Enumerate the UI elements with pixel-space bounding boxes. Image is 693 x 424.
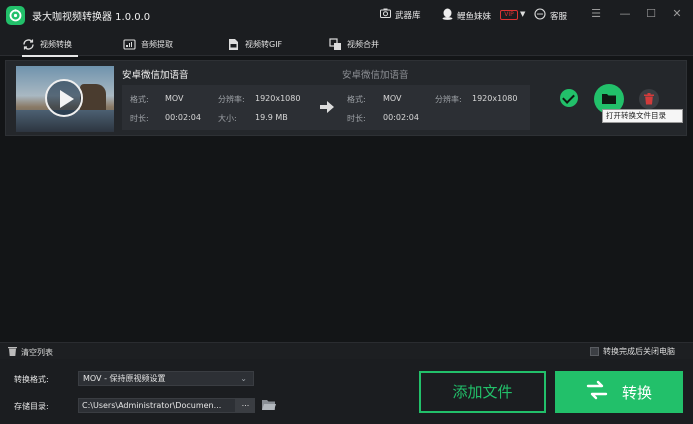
user-account[interactable]: 鲤鱼妹妹 (442, 8, 491, 23)
target-format-label: 格式: (347, 95, 366, 104)
app-title: 录大咖视频转换器 1.0.0.0 (32, 12, 151, 23)
source-size-label: 大小: (218, 114, 237, 123)
folder-icon (602, 94, 616, 104)
video-thumbnail[interactable] (16, 66, 114, 132)
output-format-label: 转换格式: (14, 375, 49, 384)
shutdown-after-convert-checkbox[interactable]: 转换完成后关闭电脑 (590, 346, 675, 357)
user-name: 鲤鱼妹妹 (457, 11, 492, 22)
output-path-value: C:\Users\Administrator\Documen... (82, 401, 222, 410)
arrow-right-icon (320, 101, 334, 113)
play-icon[interactable] (45, 79, 83, 117)
target-duration-label: 时长: (347, 114, 366, 123)
tab-video-to-gif[interactable]: 视频转GIF (227, 34, 282, 54)
app-logo-icon (6, 6, 25, 25)
chat-bubble-icon (534, 8, 546, 23)
chevron-down-icon: ⌄ (240, 374, 247, 383)
maximize-icon[interactable]: ☐ (643, 6, 659, 22)
close-icon[interactable]: ✕ (669, 6, 685, 22)
output-format-value: MOV - 保持原视频设置 (83, 374, 166, 383)
source-size-value: 19.9 MB (255, 113, 288, 122)
convert-label: 转换 (621, 383, 652, 402)
tab-bar: 视频转换 音频提取 视频转GIF 视频合并 (0, 30, 693, 57)
user-dropdown-caret-icon[interactable]: ▼ (520, 10, 525, 18)
source-format-label: 格式: (130, 95, 149, 104)
title-bar: 录大咖视频转换器 1.0.0.0 武器库 鲤鱼妹妹 VIP ▼ 客服 ☰ — ☐… (0, 0, 693, 30)
clear-list-button[interactable]: 清空列表 (8, 346, 53, 358)
checkbox[interactable] (590, 347, 599, 356)
list-footer: 清空列表 转换完成后关闭电脑 (0, 342, 693, 359)
video-convert-icon (22, 38, 35, 51)
customer-service-label: 客服 (550, 11, 568, 22)
tab-label: 视频转换 (40, 39, 72, 49)
tab-label: 音频提取 (141, 39, 173, 49)
output-file-name[interactable]: 安卓微信加语音 (342, 67, 409, 81)
audio-extract-icon (123, 38, 136, 51)
output-format-select[interactable]: MOV - 保持原视频设置 ⌄ (78, 371, 254, 386)
file-list-item[interactable]: 安卓微信加语音 安卓微信加语音 格式: MOV 分辨率: 1920x1080 时… (5, 60, 687, 136)
tooltip-open-folder: 打开转换文件目录 (602, 109, 683, 123)
tab-video-merge[interactable]: 视频合并 (329, 34, 379, 54)
gif-icon (227, 38, 240, 51)
tab-label: 视频合并 (347, 39, 379, 49)
toolbox-button[interactable]: 武器库 (380, 8, 421, 21)
tab-video-convert[interactable]: 视频转换 (22, 34, 78, 57)
vip-badge: VIP (500, 10, 518, 20)
user-avatar-icon (442, 8, 453, 23)
menu-icon[interactable]: ☰ (588, 6, 604, 22)
toolbox-icon (380, 8, 391, 21)
clear-list-label: 清空列表 (21, 347, 53, 357)
delete-file-button[interactable] (639, 89, 659, 109)
success-check-icon (560, 89, 578, 107)
tab-audio-extract[interactable]: 音频提取 (123, 34, 173, 54)
customer-service-button[interactable]: 客服 (534, 8, 567, 23)
source-resolution-value: 1920x1080 (255, 94, 301, 103)
target-duration-value: 00:02:04 (383, 113, 419, 122)
source-duration-value: 00:02:04 (165, 113, 201, 122)
open-folder-icon[interactable] (262, 399, 276, 414)
tab-label: 视频转GIF (245, 39, 283, 49)
convert-icon (586, 380, 608, 404)
target-resolution-value: 1920x1080 (472, 94, 518, 103)
output-path-input[interactable]: C:\Users\Administrator\Documen... (78, 398, 236, 413)
target-format-value: MOV (383, 94, 402, 103)
toolbox-label: 武器库 (395, 10, 421, 21)
output-path-label: 存储目录: (14, 402, 49, 411)
merge-icon (329, 37, 342, 51)
shutdown-label: 转换完成后关闭电脑 (603, 347, 675, 356)
trash-icon (8, 346, 17, 358)
target-resolution-label: 分辨率: (435, 95, 462, 104)
minimize-icon[interactable]: — (617, 6, 633, 22)
source-resolution-label: 分辨率: (218, 95, 245, 104)
add-file-button[interactable]: 添加文件 (419, 371, 546, 413)
browse-path-button[interactable]: ... (236, 398, 255, 413)
convert-button[interactable]: 转换 (555, 371, 683, 413)
source-duration-label: 时长: (130, 114, 149, 123)
bottom-panel: 转换格式: MOV - 保持原视频设置 ⌄ 存储目录: C:\Users\Adm… (0, 359, 693, 424)
trash-icon (644, 93, 654, 105)
source-file-name: 安卓微信加语音 (122, 70, 189, 81)
source-format-value: MOV (165, 94, 184, 103)
file-info-panel: 格式: MOV 分辨率: 1920x1080 时长: 00:02:04 大小: … (122, 85, 530, 130)
